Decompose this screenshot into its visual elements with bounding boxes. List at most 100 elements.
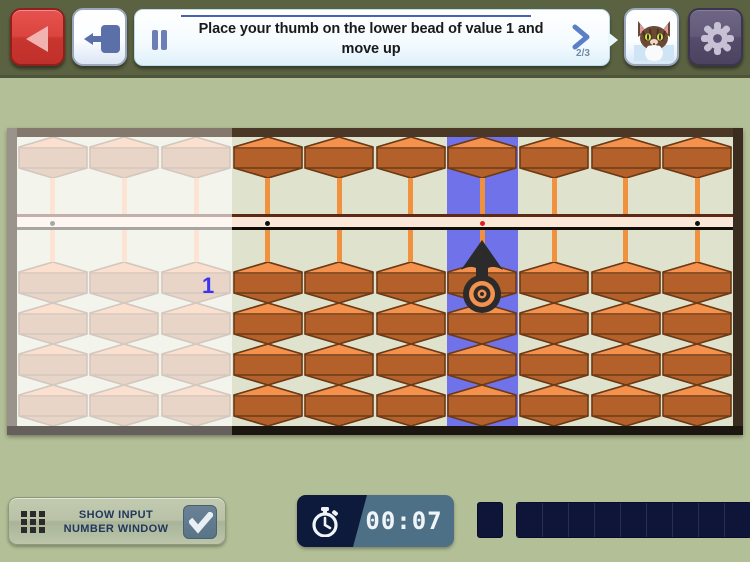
lower-bead-4[interactable] <box>303 384 375 426</box>
lower-bead-2[interactable] <box>160 302 232 345</box>
lower-bead-3[interactable] <box>590 343 662 386</box>
tracker-segment <box>621 503 647 537</box>
tracker-segment <box>595 503 621 537</box>
tracker-segments <box>516 502 750 538</box>
lower-bead-4[interactable] <box>17 384 89 426</box>
abacus-inner-board: 1 <box>17 137 733 426</box>
lower-bead-1[interactable] <box>17 261 89 304</box>
instruction-text: Place your thumb on the lower bead of va… <box>198 21 544 57</box>
chevron-right-icon[interactable] <box>571 24 593 50</box>
lower-bead-3[interactable] <box>661 343 733 386</box>
settings-button[interactable] <box>688 8 743 66</box>
reckoning-dot <box>265 221 271 226</box>
lower-bead-1[interactable] <box>303 261 375 304</box>
lower-bead-1[interactable] <box>375 261 447 304</box>
top-toolbar: Place your thumb on the lower bead of va… <box>0 0 750 78</box>
lower-bead-2[interactable] <box>590 302 662 345</box>
step-counter: 2/3 <box>576 48 590 59</box>
tracker-segment <box>673 503 699 537</box>
tracker-segment <box>699 503 725 537</box>
bead-value-label: 1 <box>202 273 215 298</box>
instruction-bubble[interactable]: Place your thumb on the lower bead of va… <box>134 9 618 66</box>
upper-bead[interactable] <box>590 137 662 179</box>
tracker-segment <box>543 503 569 537</box>
lower-bead-1[interactable] <box>232 261 304 304</box>
lower-bead-4[interactable] <box>446 384 518 426</box>
tracker-segment <box>569 503 595 537</box>
lower-bead-3[interactable] <box>17 343 89 386</box>
reckoning-dot <box>694 221 700 226</box>
reckoning-dot <box>479 221 485 226</box>
abacus-frame-bottom <box>7 426 743 435</box>
lower-bead-2[interactable] <box>303 302 375 345</box>
abacus-board[interactable]: 1 <box>7 128 743 435</box>
tracker-segment <box>647 503 673 537</box>
check-icon <box>189 512 213 534</box>
exit-button[interactable] <box>72 8 127 66</box>
up-arrow-target-icon <box>461 240 504 313</box>
upper-bead[interactable] <box>303 137 375 179</box>
upper-bead[interactable] <box>518 137 590 179</box>
lower-bead-1[interactable] <box>518 261 590 304</box>
pause-icon[interactable] <box>151 30 168 50</box>
abacus-frame-left <box>7 128 17 435</box>
lower-bead-4[interactable] <box>590 384 662 426</box>
timer-widget: 00:07 <box>297 495 454 547</box>
lower-bead-3[interactable] <box>303 343 375 386</box>
lower-bead-3[interactable] <box>518 343 590 386</box>
lower-bead-3[interactable] <box>88 343 160 386</box>
upper-bead[interactable] <box>232 137 304 179</box>
lower-bead-1[interactable] <box>160 261 232 304</box>
show-input-label-line2: NUMBER WINDOW <box>63 523 169 535</box>
lower-bead-4[interactable] <box>375 384 447 426</box>
abacus-frame-right <box>733 128 743 435</box>
avatar-button[interactable] <box>624 8 679 66</box>
lower-bead-2[interactable] <box>518 302 590 345</box>
lower-bead-3[interactable] <box>446 343 518 386</box>
tracker-segment <box>517 503 543 537</box>
lower-bead-4[interactable] <box>232 384 304 426</box>
upper-bead[interactable] <box>661 137 733 179</box>
show-input-number-window-toggle[interactable]: SHOW INPUT NUMBER WINDOW <box>8 497 226 545</box>
upper-bead[interactable] <box>375 137 447 179</box>
lower-bead-1[interactable] <box>590 261 662 304</box>
lower-bead-4[interactable] <box>518 384 590 426</box>
lower-bead-3[interactable] <box>375 343 447 386</box>
upper-bead[interactable] <box>446 137 518 179</box>
abacus-frame-top <box>7 128 743 137</box>
arrow-left-shape <box>84 33 106 45</box>
triangle-left-icon <box>26 26 48 52</box>
lower-bead-4[interactable] <box>160 384 232 426</box>
lower-bead-1[interactable] <box>88 261 160 304</box>
tracker-segment <box>725 503 750 537</box>
grid-3x3-icon <box>21 511 45 533</box>
lower-bead-1[interactable] <box>661 261 733 304</box>
upper-bead[interactable] <box>160 137 232 179</box>
show-input-checkbox[interactable] <box>183 505 217 539</box>
upper-bead[interactable] <box>17 137 89 179</box>
upper-bead[interactable] <box>88 137 160 179</box>
stopwatch-icon <box>312 507 338 537</box>
timer-value: 00:07 <box>365 507 443 535</box>
lower-bead-4[interactable] <box>88 384 160 426</box>
game-stage: 1 SHOW INPUT NUMBER WINDOW 00:07 <box>0 78 750 562</box>
lower-bead-2[interactable] <box>232 302 304 345</box>
gear-icon <box>701 22 734 55</box>
lower-bead-2[interactable] <box>88 302 160 345</box>
instruction-progress-bar <box>181 15 531 17</box>
exit-door-icon <box>84 25 120 53</box>
lower-bead-3[interactable] <box>232 343 304 386</box>
show-input-label-line1: SHOW INPUT <box>78 509 154 521</box>
reckoning-dot <box>50 221 56 226</box>
bubble-tail <box>608 32 618 48</box>
lower-bead-2[interactable] <box>375 302 447 345</box>
cat-avatar-icon <box>634 21 674 61</box>
lower-bead-4[interactable] <box>661 384 733 426</box>
lower-bead-2[interactable] <box>661 302 733 345</box>
tracker-first-slot <box>477 502 503 538</box>
show-input-label: SHOW INPUT NUMBER WINDOW <box>51 508 181 536</box>
lower-bead-2[interactable] <box>17 302 89 345</box>
back-button[interactable] <box>10 8 65 66</box>
lower-bead-3[interactable] <box>160 343 232 386</box>
reckoning-bar <box>17 214 733 230</box>
